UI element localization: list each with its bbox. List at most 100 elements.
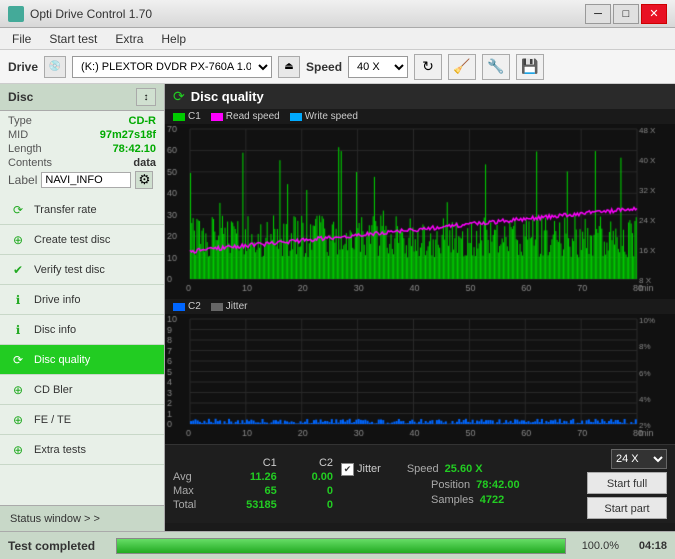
jitter-row: ✔ Jitter Speed 25.60 X [341,463,579,476]
create-test-disc-icon: ⊕ [10,233,26,247]
nav-verify-test-disc[interactable]: ✔ Verify test disc [0,255,164,285]
bottom-chart-canvas [165,314,675,444]
drive-select[interactable]: (K:) PLEXTOR DVDR PX-760A 1.07 [72,56,272,78]
legend-jitter: Jitter [211,301,248,312]
progress-bar-fill [117,539,565,553]
menu-extra[interactable]: Extra [107,30,151,48]
start-part-button[interactable]: Start part [587,497,667,519]
legend-read-speed: Read speed [211,111,280,122]
nav-extra-tests[interactable]: ⊕ Extra tests [0,435,164,465]
app-icon [8,6,24,22]
top-chart-container [165,124,675,299]
refresh-button[interactable]: ↻ [414,54,442,80]
speed-stat-label: Speed [407,463,439,475]
c1c2-stats: C1 C2 Avg 11.26 0.00 Max 65 0 Total 5318… [173,457,333,511]
write-speed-color-swatch [290,113,302,121]
nav-create-test-disc-label: Create test disc [34,234,110,246]
stats-section: C1 C2 Avg 11.26 0.00 Max 65 0 Total 5318… [165,444,675,523]
disc-section-header: Disc ↕ [0,84,164,111]
eject-icon[interactable]: ⏏ [278,56,300,78]
mid-label: MID [8,129,28,141]
total-label: Total [173,499,221,511]
nav-disc-quality[interactable]: ⟳ Disc quality [0,345,164,375]
extra-tests-icon: ⊕ [10,443,26,457]
total-c1-value: 53185 [225,499,277,511]
erase-button[interactable]: 🧹 [448,54,476,80]
nav-cd-bler[interactable]: ⊕ CD Bler [0,375,164,405]
maximize-button[interactable]: □ [613,4,639,24]
tools-button[interactable]: 🔧 [482,54,510,80]
stats-empty-header [173,457,221,469]
disc-quality-title: Disc quality [191,89,264,104]
nav-transfer-rate[interactable]: ⟳ Transfer rate [0,195,164,225]
jitter-checkbox[interactable]: ✔ [341,463,354,476]
bottom-bar: Test completed 100.0% 04:18 [0,531,675,559]
status-window-button[interactable]: Status window > > [0,505,164,531]
type-label: Type [8,115,32,127]
disc-header-refresh-button[interactable]: ↕ [136,88,156,106]
content-area: ⟳ Disc quality C1 Read speed Write speed [165,84,675,531]
nav-disc-quality-label: Disc quality [34,354,90,366]
disc-info-section: Type CD-R MID 97m27s18f Length 78:42.10 … [0,111,164,195]
menu-start-test[interactable]: Start test [41,30,105,48]
nav-transfer-rate-label: Transfer rate [34,204,97,216]
avg-c2-value: 0.00 [281,471,333,483]
transfer-rate-icon: ⟳ [10,203,26,217]
window-controls: ─ □ ✕ [585,4,667,24]
start-full-button[interactable]: Start full [587,472,667,494]
disc-quality-header: ⟳ Disc quality [165,84,675,109]
speed-select[interactable]: 40 X [348,56,408,78]
verify-test-disc-icon: ✔ [10,263,26,277]
disc-quality-header-icon: ⟳ [173,88,185,105]
jitter-checkbox-label: Jitter [357,463,381,475]
disc-header-title: Disc [8,90,33,104]
c2-header: C2 [281,457,333,469]
disc-label-icon-button[interactable]: ⚙ [135,171,153,189]
nav-cd-bler-label: CD Bler [34,384,73,396]
nav-fe-te-label: FE / TE [34,414,71,426]
close-button[interactable]: ✕ [641,4,667,24]
position-stat-label: Position [431,479,470,491]
nav-fe-te[interactable]: ⊕ FE / TE [0,405,164,435]
app-title: Opti Drive Control 1.70 [30,7,152,21]
nav-disc-info[interactable]: ℹ Disc info [0,315,164,345]
menu-file[interactable]: File [4,30,39,48]
c1-color-swatch [173,113,185,121]
main-layout: Disc ↕ Type CD-R MID 97m27s18f Length 78… [0,84,675,531]
c1-legend-label: C1 [188,111,201,122]
nav-extra-tests-label: Extra tests [34,444,86,456]
mid-value: 97m27s18f [100,129,156,141]
samples-stat-label: Samples [431,494,474,506]
legend-c1: C1 [173,111,201,122]
save-button[interactable]: 💾 [516,54,544,80]
c2-color-swatch [173,303,185,311]
cd-bler-icon: ⊕ [10,383,26,397]
progress-bar-container [116,538,566,554]
max-label: Max [173,485,221,497]
menu-bar: File Start test Extra Help [0,28,675,50]
disc-label-input[interactable] [41,172,131,188]
disc-quality-icon: ⟳ [10,353,26,367]
jitter-color-swatch [211,303,223,311]
legend-c2: C2 [173,301,201,312]
bottom-chart-legend: C2 Jitter [165,299,675,314]
position-row: Position 78:42.00 [341,479,579,491]
write-speed-legend-label: Write speed [305,111,358,122]
max-c2-value: 0 [281,485,333,497]
position-stat-value: 78:42.00 [476,479,519,491]
right-stats-group: ✔ Jitter Speed 25.60 X Position 78:42.00… [341,463,579,506]
total-c2-value: 0 [281,499,333,511]
nav-verify-test-disc-label: Verify test disc [34,264,105,276]
nav-create-test-disc[interactable]: ⊕ Create test disc [0,225,164,255]
bottom-chart-container [165,314,675,444]
jitter-legend-label: Jitter [226,301,248,312]
drive-bar: Drive 💿 (K:) PLEXTOR DVDR PX-760A 1.07 ⏏… [0,50,675,84]
title-bar: Opti Drive Control 1.70 ─ □ ✕ [0,0,675,28]
samples-stat-value: 4722 [480,494,504,506]
length-value: 78:42.10 [113,143,156,155]
nav-drive-info[interactable]: ℹ Drive info [0,285,164,315]
menu-help[interactable]: Help [153,30,194,48]
drive-label: Drive [8,60,38,74]
minimize-button[interactable]: ─ [585,4,611,24]
speed-dropdown[interactable]: 24 X [611,449,667,469]
